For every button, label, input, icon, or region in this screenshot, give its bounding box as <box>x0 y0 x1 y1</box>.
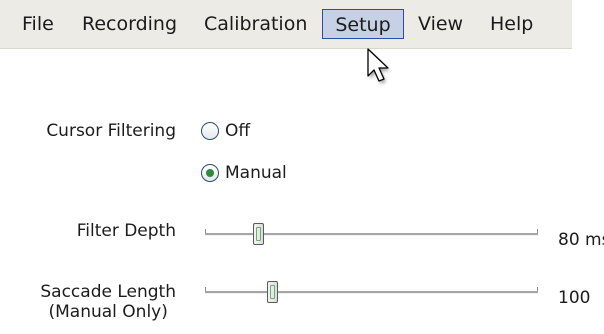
menu-file[interactable]: File <box>18 9 58 39</box>
radio-off[interactable]: Off <box>201 118 250 144</box>
saccade-length-label-line2: (Manual Only) <box>48 302 168 322</box>
radio-manual-circle[interactable] <box>201 164 219 182</box>
filter-depth-label: Filter Depth <box>76 221 176 241</box>
menu-bar: File Recording Calibration Setup View He… <box>0 0 572 49</box>
radio-off-label: Off <box>225 121 251 141</box>
radio-manual[interactable]: Manual <box>201 160 287 186</box>
mouse-pointer-arrow-icon <box>367 48 390 84</box>
saccade-length-slider-thumb[interactable] <box>266 281 278 303</box>
saccade-length-label-line1: Saccade Length <box>40 282 176 302</box>
filter-depth-value: 80 ms <box>558 230 604 250</box>
saccade-length-value: 100 <box>558 288 591 308</box>
menu-help[interactable]: Help <box>486 9 537 39</box>
filter-depth-slider[interactable] <box>205 220 538 248</box>
radio-off-circle[interactable] <box>201 122 219 140</box>
saccade-length-slider-track[interactable] <box>205 287 538 294</box>
menu-recording[interactable]: Recording <box>78 9 181 39</box>
filter-depth-slider-thumb[interactable] <box>253 223 265 245</box>
saccade-length-label: Saccade Length (Manual Only) <box>40 282 176 322</box>
menu-setup[interactable]: Setup <box>322 9 404 39</box>
menu-view[interactable]: View <box>414 9 467 39</box>
radio-manual-label: Manual <box>225 163 287 183</box>
saccade-length-slider[interactable] <box>205 278 538 306</box>
menu-calibration[interactable]: Calibration <box>200 9 311 39</box>
cursor-filtering-label: Cursor Filtering <box>46 121 176 141</box>
